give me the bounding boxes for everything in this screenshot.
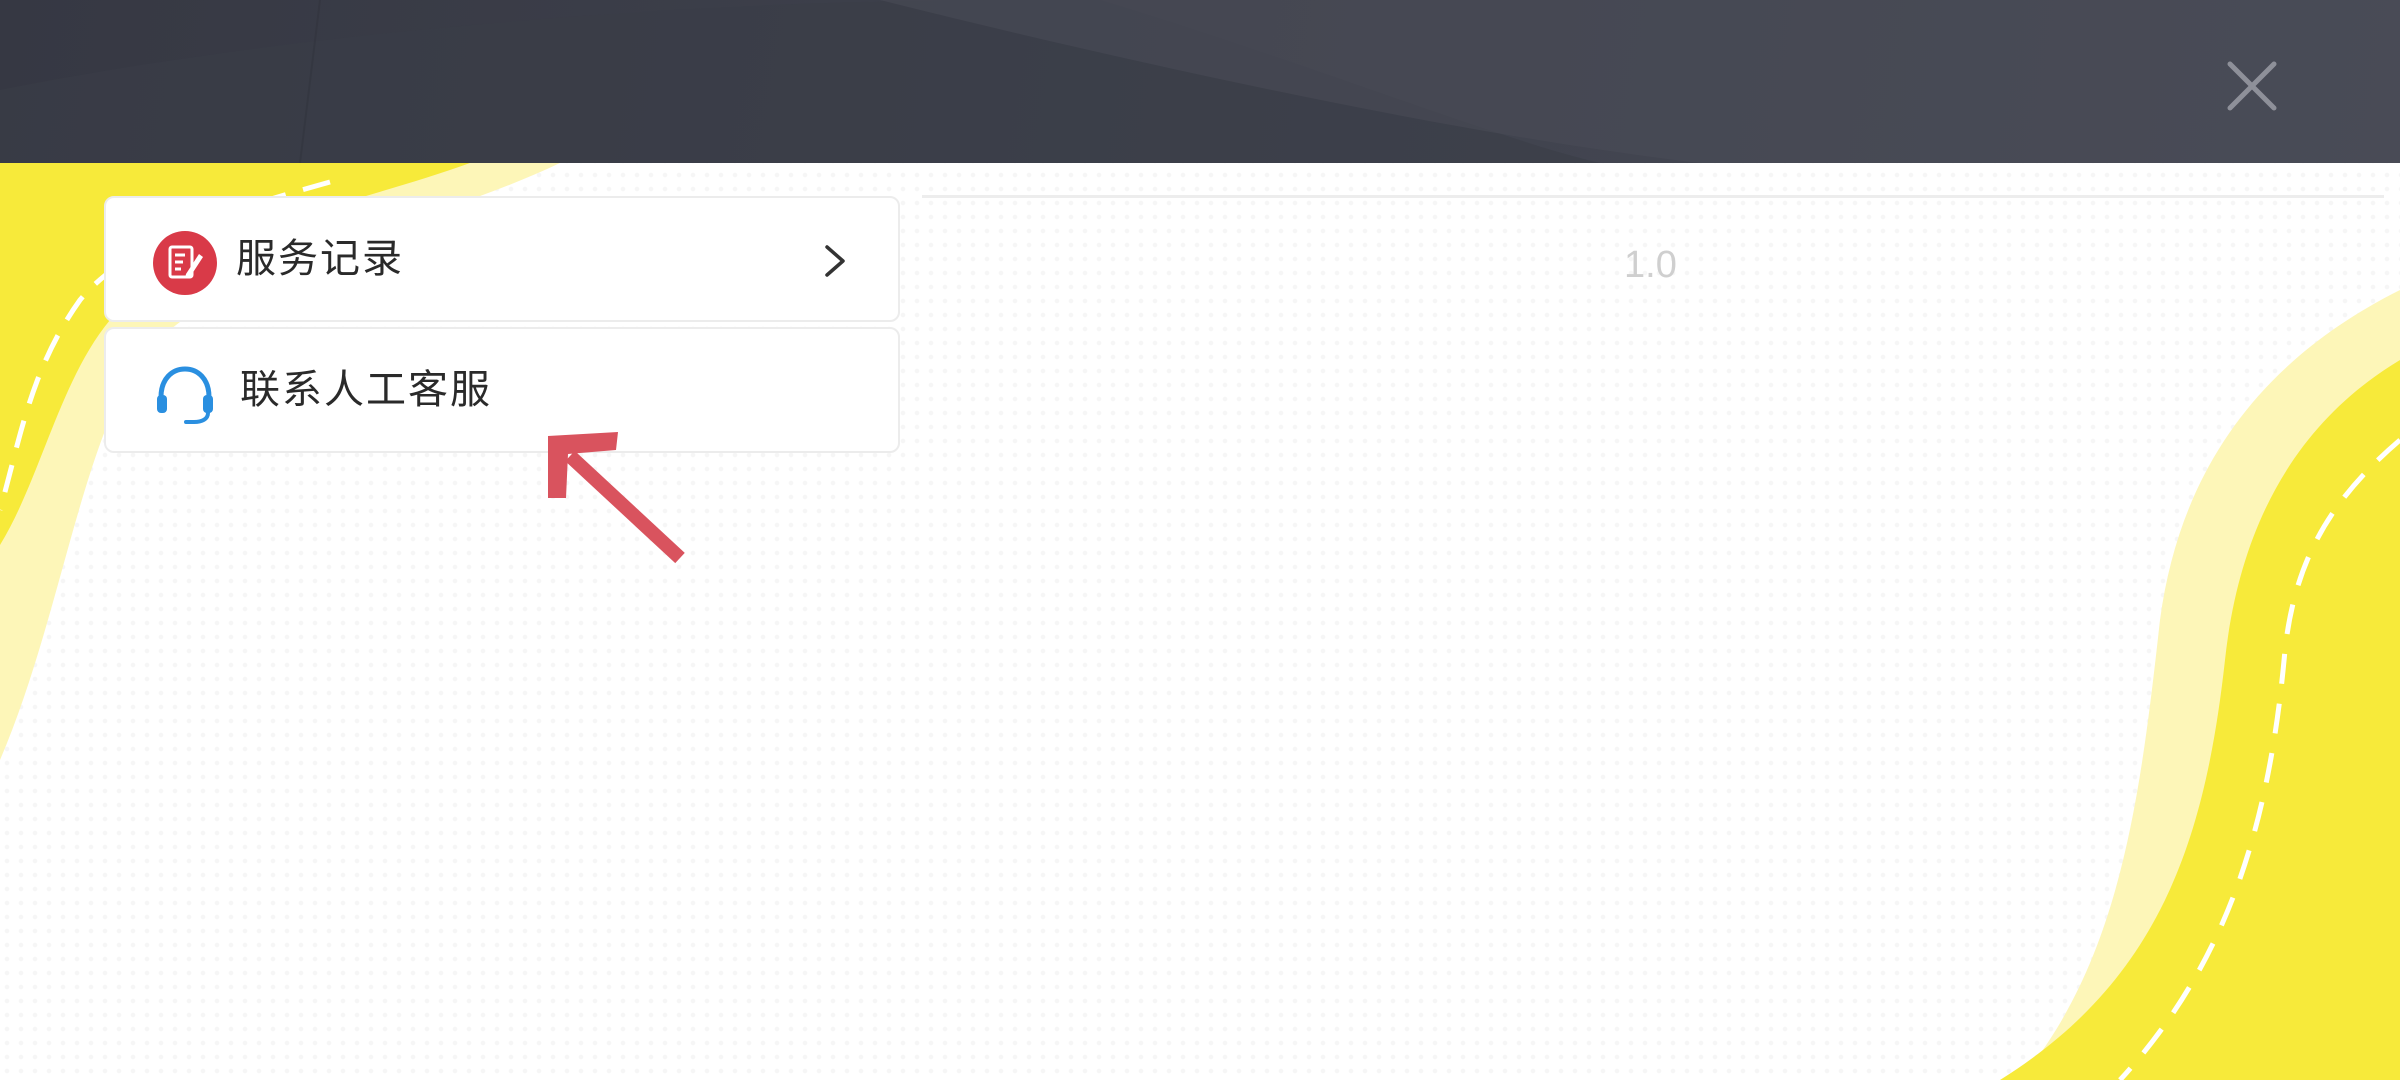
edit-record-icon xyxy=(152,230,218,296)
version-label: 1.0 xyxy=(1624,244,1677,286)
close-icon xyxy=(2227,61,2277,111)
red-arrow-pointer-icon xyxy=(540,428,690,568)
header-decor-shapes xyxy=(0,0,2400,163)
close-button[interactable] xyxy=(2222,56,2282,116)
headset-icon xyxy=(152,361,218,427)
divider xyxy=(922,195,2384,198)
app-screen: 1.0 服务记录 联系人工客服 xyxy=(0,0,2400,1080)
menu-item-contact-human-service[interactable]: 联系人工客服 xyxy=(104,327,900,453)
chevron-right-icon xyxy=(819,243,851,279)
menu-item-label: 联系人工客服 xyxy=(240,367,492,413)
menu-item-service-records[interactable]: 服务记录 xyxy=(104,196,900,322)
menu-item-label: 服务记录 xyxy=(236,236,404,282)
top-header-bar xyxy=(0,0,2400,163)
